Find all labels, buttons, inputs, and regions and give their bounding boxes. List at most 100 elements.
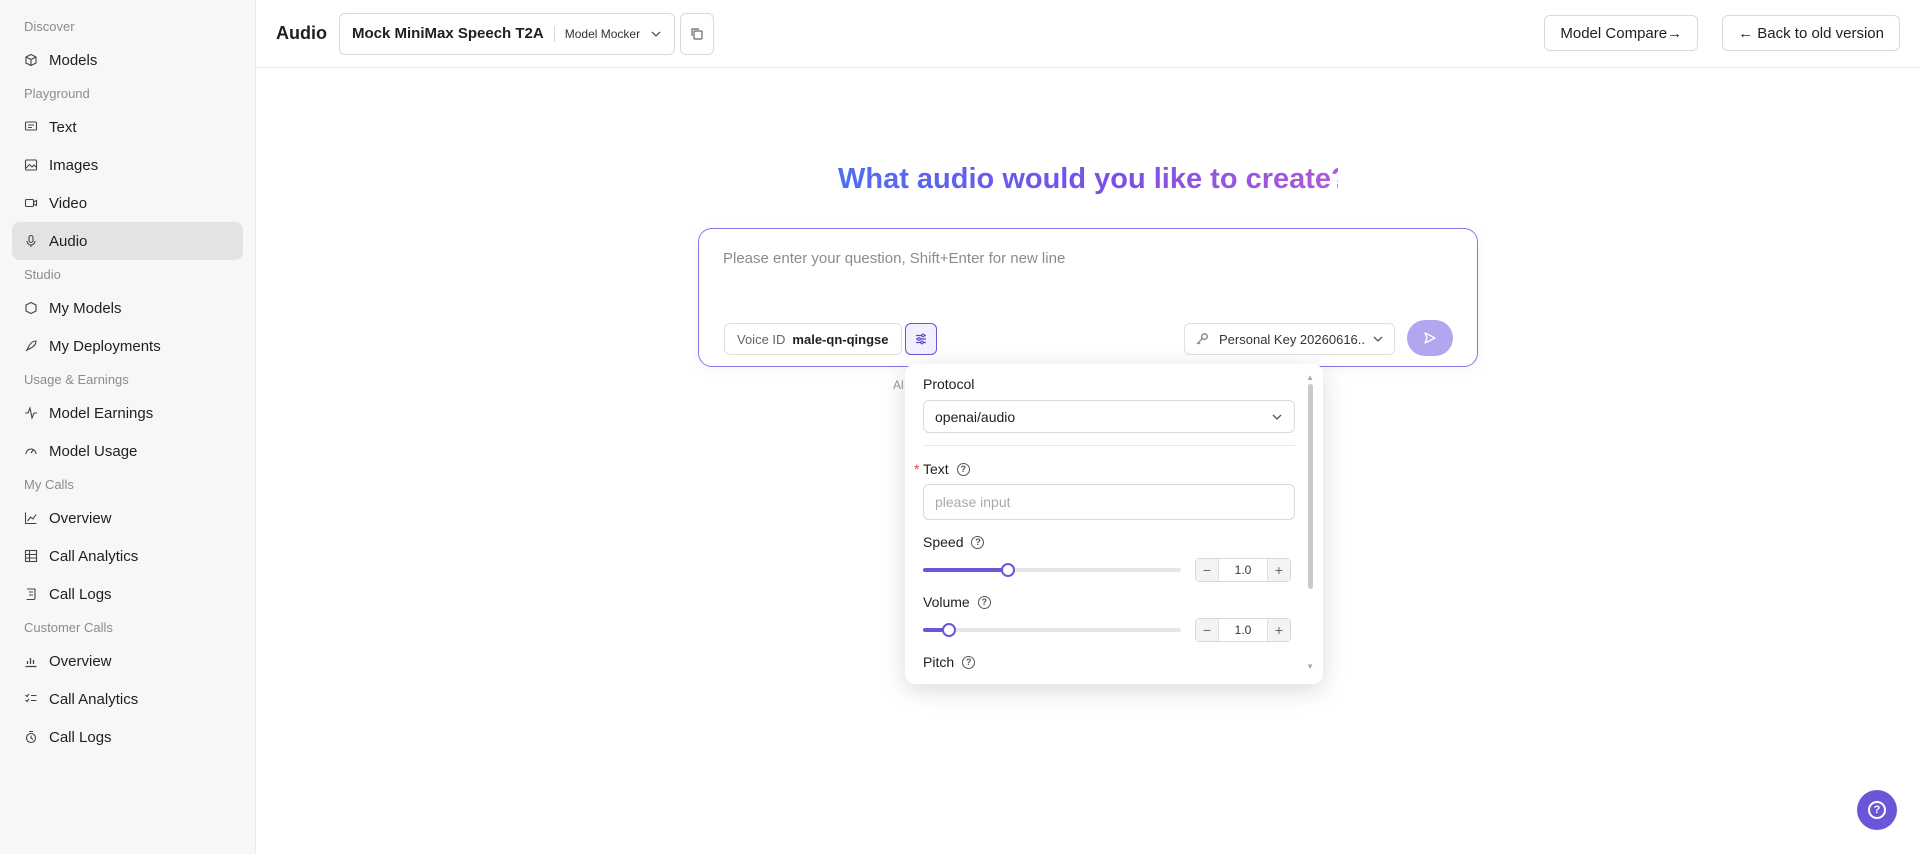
protocol-value: openai/audio — [935, 408, 1016, 425]
speed-slider-fill — [923, 568, 1009, 572]
increment-button[interactable]: + — [1268, 559, 1290, 581]
send-icon — [1424, 332, 1436, 344]
increment-button[interactable]: + — [1268, 619, 1290, 641]
chevron-down-icon — [1373, 336, 1383, 342]
voice-id-label: Voice ID — [737, 331, 786, 347]
copy-button[interactable] — [680, 12, 715, 55]
sidebar-item-overview[interactable]: Overview — [12, 499, 243, 537]
sidebar-item-label: Model Earnings — [49, 404, 154, 422]
sidebar-item-images[interactable]: Images — [12, 146, 243, 184]
protocol-label-text: Protocol — [923, 376, 975, 392]
sidebar-item-label: Audio — [49, 232, 88, 250]
sidebar-item-label: Call Logs — [49, 728, 112, 746]
sidebar-section-title: Playground — [24, 86, 90, 101]
api-key-select[interactable]: Personal Key 20260616... — [1184, 323, 1395, 355]
required-marker: * — [914, 461, 920, 477]
speed-label: Speed ? — [923, 534, 985, 550]
voice-id-value: male-qn-qingse — [792, 331, 889, 347]
sidebar-item-my-deployments[interactable]: My Deployments — [12, 327, 243, 365]
model-owner: Model Mocker — [564, 26, 641, 41]
speed-slider-thumb[interactable] — [1001, 563, 1016, 577]
sidebar-section-title: Studio — [24, 267, 61, 282]
back-to-old-version-button[interactable]: ← Back to old version — [1722, 15, 1900, 51]
volume-stepper[interactable]: − 1.0 + — [1195, 618, 1291, 642]
settings-button[interactable] — [905, 323, 937, 355]
sidebar-item-label: Model Usage — [49, 442, 138, 460]
speed-value[interactable]: 1.0 — [1218, 559, 1268, 581]
sidebar-item-label: Call Analytics — [49, 547, 139, 565]
model-compare-button[interactable]: Model Compare→ — [1544, 15, 1699, 51]
question-icon: ? — [1868, 801, 1886, 819]
video-icon — [24, 196, 38, 210]
sidebar-item-call-analytics[interactable]: Call Analytics — [12, 680, 243, 718]
speed-slider[interactable] — [923, 563, 1181, 577]
sidebar-item-label: Call Logs — [49, 585, 112, 603]
sliders-icon — [916, 333, 926, 345]
volume-value[interactable]: 1.0 — [1218, 619, 1268, 641]
help-icon[interactable]: ? — [977, 595, 991, 609]
rocket-icon — [24, 339, 38, 353]
volume-slider[interactable] — [923, 623, 1181, 637]
topbar: Audio Mock MiniMax Speech T2A Model Mock… — [256, 0, 1920, 68]
scroll-down-icon[interactable]: ▼ — [1306, 662, 1314, 671]
key-icon — [1196, 333, 1208, 345]
chevron-down-icon — [651, 31, 661, 37]
help-icon[interactable]: ? — [962, 655, 976, 669]
sidebar: Discover Models Playground Text Images Video A… — [0, 0, 256, 854]
sidebar-item-my-models[interactable]: My Models — [12, 289, 243, 327]
cube-icon — [24, 53, 38, 67]
volume-slider-thumb[interactable] — [941, 623, 956, 637]
chevron-down-icon — [1272, 414, 1282, 420]
page-title: Audio — [276, 23, 327, 43]
line-chart-icon — [24, 511, 38, 525]
sidebar-item-label: Overview — [49, 652, 112, 670]
sidebar-item-call-logs[interactable]: Call Logs — [12, 718, 243, 756]
help-button[interactable]: ? — [1857, 790, 1897, 830]
voice-id-selector[interactable]: Voice ID male-qn-qingse — [724, 323, 902, 355]
sidebar-item-call-analytics[interactable]: Call Analytics — [12, 537, 243, 575]
sidebar-item-audio[interactable]: Audio — [12, 222, 243, 260]
sidebar-item-video[interactable]: Video — [12, 184, 243, 222]
text-input[interactable]: please input — [923, 484, 1295, 520]
prompt-input[interactable]: Please enter your question, Shift+Enter … — [723, 250, 1065, 267]
panel-scrollbar[interactable] — [1308, 384, 1313, 589]
scroll-up-icon[interactable]: ▲ — [1306, 373, 1314, 382]
sidebar-section-title: Usage & Earnings — [24, 372, 129, 387]
sidebar-item-model-usage[interactable]: Model Usage — [12, 432, 243, 470]
sidebar-item-text[interactable]: Text — [12, 108, 243, 146]
sidebar-item-label: Text — [49, 118, 77, 136]
sidebar-item-label: Call Analytics — [49, 690, 139, 708]
sidebar-item-label: Video — [49, 194, 88, 212]
panel-divider — [923, 445, 1295, 446]
scroll-icon — [24, 587, 38, 601]
list-check-icon — [24, 692, 38, 706]
sidebar-section-title: Discover — [24, 19, 75, 34]
protocol-select[interactable]: openai/audio — [923, 400, 1295, 433]
protocol-label: Protocol — [923, 376, 974, 392]
speed-stepper[interactable]: − 1.0 + — [1195, 558, 1291, 582]
hero-heading: What audio would you like to create? — [838, 163, 1349, 195]
sidebar-item-call-logs[interactable]: Call Logs — [12, 575, 243, 613]
logs-icon — [24, 730, 38, 744]
help-icon[interactable]: ? — [971, 535, 985, 549]
help-icon[interactable]: ? — [956, 462, 970, 476]
pitch-label: Pitch ? — [923, 654, 976, 670]
pitch-label-text: Pitch — [923, 654, 955, 670]
sidebar-item-label: My Models — [49, 299, 122, 317]
copy-icon — [691, 27, 703, 40]
model-select[interactable]: Mock MiniMax Speech T2A Model Mocker — [339, 12, 676, 55]
text-label-text: Text — [923, 461, 949, 477]
sidebar-item-label: Overview — [49, 509, 112, 527]
gauge-icon — [24, 444, 38, 458]
decrement-button[interactable]: − — [1196, 559, 1218, 581]
send-button[interactable] — [1407, 320, 1453, 356]
sidebar-item-models[interactable]: Models — [12, 41, 243, 79]
text-label: * Text ? — [914, 461, 970, 477]
sidebar-item-model-earnings[interactable]: Model Earnings — [12, 394, 243, 432]
mic-icon — [24, 234, 38, 248]
sidebar-section-title: My Calls — [24, 477, 74, 492]
sidebar-item-overview[interactable]: Overview — [12, 642, 243, 680]
speed-label-text: Speed — [923, 534, 964, 550]
decrement-button[interactable]: − — [1196, 619, 1218, 641]
volume-label: Volume ? — [923, 594, 991, 610]
